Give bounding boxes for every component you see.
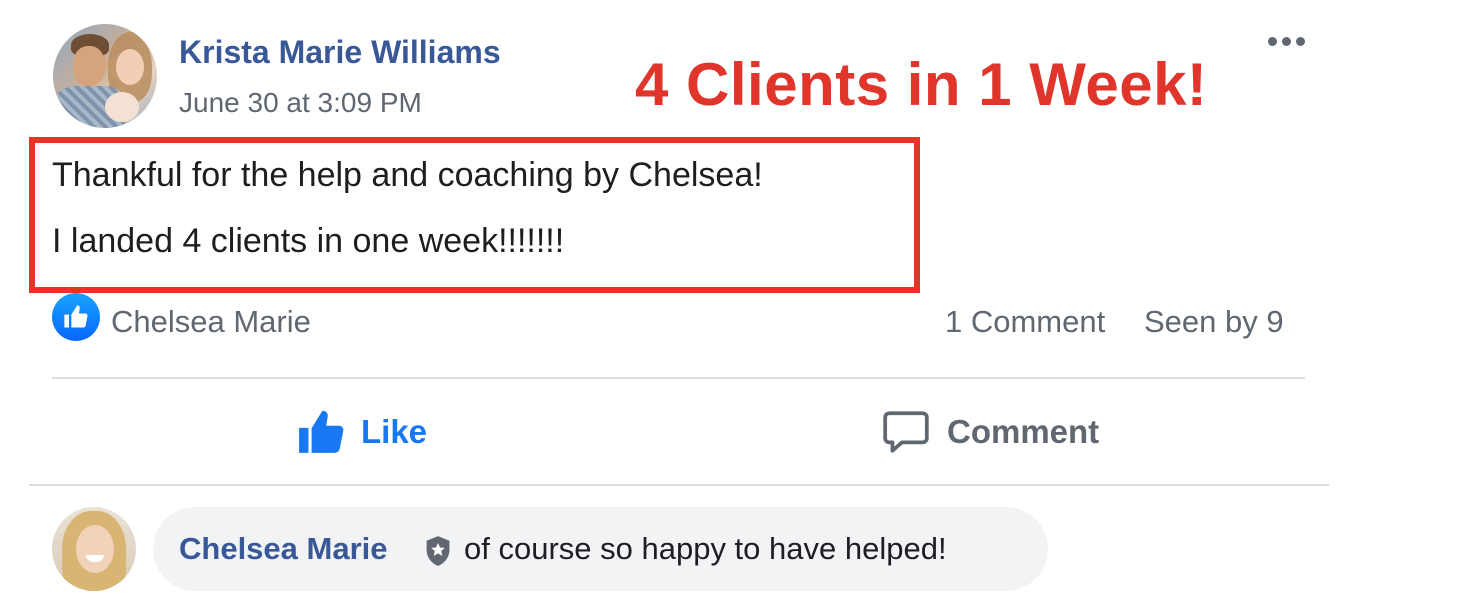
commenter-name[interactable]: Chelsea Marie	[179, 531, 388, 567]
divider	[52, 377, 1305, 379]
post-timestamp[interactable]: June 30 at 3:09 PM	[179, 87, 422, 119]
admin-badge-icon	[426, 536, 450, 566]
like-reaction-icon[interactable]	[52, 293, 100, 341]
thumbs-up-icon	[299, 410, 344, 453]
author-avatar[interactable]	[53, 24, 157, 128]
comment-text: of course so happy to have helped!	[464, 531, 947, 566]
like-button[interactable]: Like	[297, 404, 427, 460]
seen-by-count[interactable]: Seen by 9	[1144, 304, 1284, 340]
reactor-name[interactable]: Chelsea Marie	[111, 304, 311, 340]
facebook-post: Krista Marie Williams June 30 at 3:09 PM…	[0, 0, 1460, 600]
comment-label: Comment	[947, 413, 1100, 450]
commenter-avatar[interactable]	[52, 507, 136, 591]
more-options-icon[interactable]	[1268, 34, 1312, 48]
like-label: Like	[361, 413, 428, 450]
comment-count[interactable]: 1 Comment	[945, 304, 1105, 340]
divider	[29, 484, 1329, 486]
post-body-line: Thankful for the help and coaching by Ch…	[52, 156, 763, 194]
comment-button[interactable]: Comment	[881, 404, 1099, 460]
post-body-line: I landed 4 clients in one week!!!!!!!	[52, 222, 565, 260]
overlay-headline: 4 Clients in 1 Week!	[635, 51, 1208, 118]
post-author-name[interactable]: Krista Marie Williams	[179, 34, 501, 71]
speech-bubble-icon	[883, 411, 929, 453]
